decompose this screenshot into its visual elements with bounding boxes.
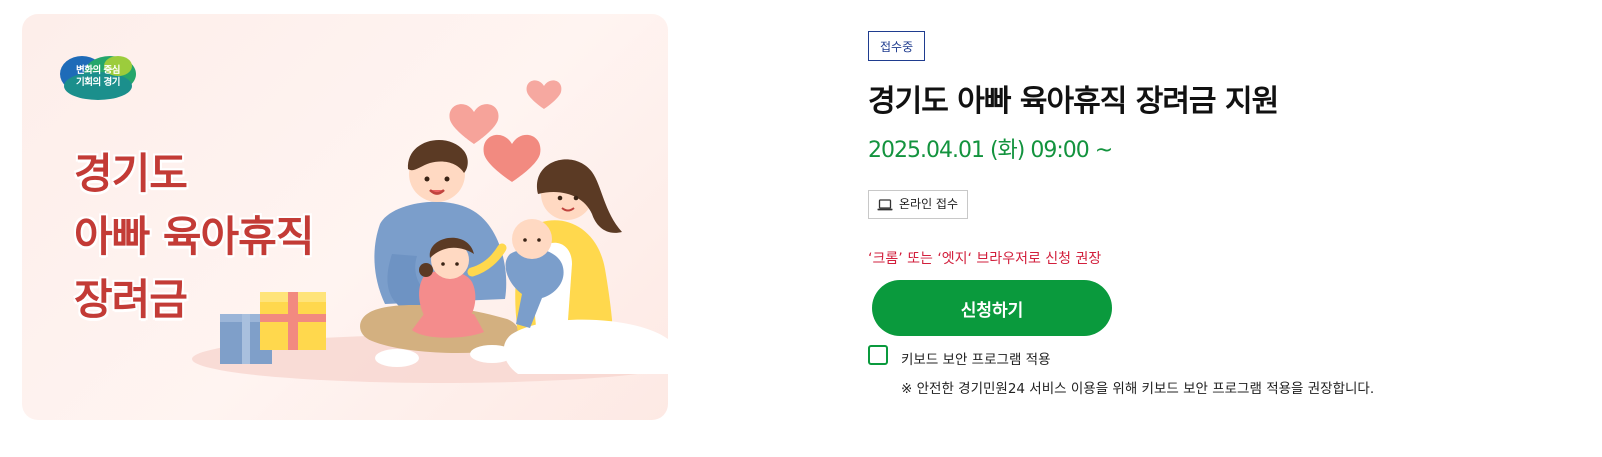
laptop-icon bbox=[877, 198, 893, 210]
apply-button[interactable]: 신청하기 bbox=[872, 280, 1112, 336]
status-badge: 접수중 bbox=[868, 31, 926, 61]
logo-text: 변화의 중심 기회의 경기 bbox=[75, 65, 121, 88]
gyeonggi-logo: 변화의 중심 기회의 경기 bbox=[58, 52, 138, 104]
banner-title-line: 경기도 bbox=[74, 149, 188, 198]
keyboard-security-checkbox[interactable] bbox=[868, 345, 888, 365]
browser-recommendation: ‘크롬’ 또는 ‘엣지‘ 브라우저로 신청 권장 bbox=[868, 251, 1102, 267]
promo-banner: 변화의 중심 기회의 경기 경기도 아빠 육아휴직 장려금 bbox=[22, 14, 668, 420]
application-period: 2025.04.01 (화) 09:00 ~ bbox=[868, 138, 1113, 163]
security-note: ※ 안전한 경기민원24 서비스 이용을 위해 키보드 보안 프로그램 적용을 … bbox=[901, 381, 1375, 397]
banner-title-line: 아빠 육아휴직 bbox=[74, 212, 314, 261]
banner-title: 경기도 아빠 육아휴직 장려금 bbox=[74, 142, 314, 331]
banner-title-line: 장려금 bbox=[74, 275, 188, 324]
service-info-panel: 접수중 경기도 아빠 육아휴직 장려금 지원 2025.04.01 (화) 09… bbox=[868, 0, 1568, 457]
keyboard-security-label[interactable]: 키보드 보안 프로그램 적용 bbox=[901, 348, 1051, 368]
online-badge-label: 온라인 접수 bbox=[899, 197, 959, 211]
page-title: 경기도 아빠 육아휴직 장려금 지원 bbox=[868, 84, 1279, 119]
online-application-badge: 온라인 접수 bbox=[868, 190, 969, 219]
